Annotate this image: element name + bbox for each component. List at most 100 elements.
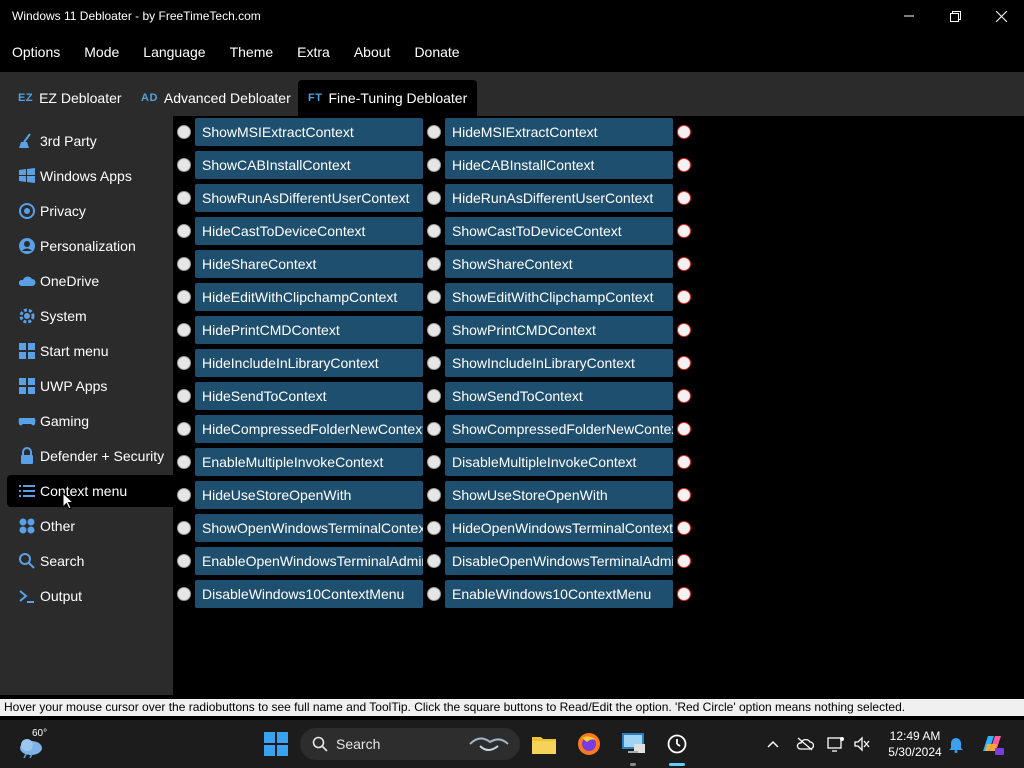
start-button[interactable] <box>262 732 290 756</box>
option-button-right[interactable]: HideRunAsDifferentUserContext <box>445 184 673 212</box>
menu-options[interactable]: Options <box>0 38 72 66</box>
menu-about[interactable]: About <box>342 38 403 66</box>
option-button-right[interactable]: HideMSIExtractContext <box>445 118 673 146</box>
option-button-right[interactable]: ShowCompressedFolderNewContext <box>445 415 673 443</box>
option-radio-right[interactable] <box>427 323 441 337</box>
sidebar-item-start-menu[interactable]: Start menu <box>7 335 173 367</box>
option-radio-right[interactable] <box>427 158 441 172</box>
sidebar-item-3rd-party[interactable]: 3rd Party <box>7 125 173 157</box>
option-radio-right[interactable] <box>427 521 441 535</box>
menu-language[interactable]: Language <box>131 38 217 66</box>
option-radio-none[interactable] <box>677 422 691 436</box>
option-radio-left[interactable] <box>177 521 191 535</box>
option-button-right[interactable]: ShowPrintCMDContext <box>445 316 673 344</box>
copilot-button[interactable] <box>978 730 1006 758</box>
display-tray-button[interactable] <box>826 734 846 754</box>
option-radio-left[interactable] <box>177 125 191 139</box>
sidebar-item-output[interactable]: Output <box>7 580 173 612</box>
option-radio-right[interactable] <box>427 356 441 370</box>
option-button-left[interactable]: HideEditWithClipchampContext <box>195 283 423 311</box>
option-button-left[interactable]: ShowRunAsDifferentUserContext <box>195 184 423 212</box>
notifications-button[interactable] <box>946 734 966 754</box>
option-radio-right[interactable] <box>427 125 441 139</box>
option-radio-none[interactable] <box>677 125 691 139</box>
menu-donate[interactable]: Donate <box>402 38 471 66</box>
sidebar-item-other[interactable]: Other <box>7 510 173 542</box>
sidebar-item-onedrive[interactable]: OneDrive <box>7 265 173 297</box>
option-button-left[interactable]: HideShareContext <box>195 250 423 278</box>
option-button-left[interactable]: ShowCABInstallContext <box>195 151 423 179</box>
volume-tray-button[interactable] <box>852 734 872 754</box>
option-button-right[interactable]: ShowCastToDeviceContext <box>445 217 673 245</box>
option-radio-left[interactable] <box>177 257 191 271</box>
menu-mode[interactable]: Mode <box>72 38 131 66</box>
option-button-left[interactable]: HideIncludeInLibraryContext <box>195 349 423 377</box>
option-radio-right[interactable] <box>427 224 441 238</box>
option-button-right[interactable]: ShowSendToContext <box>445 382 673 410</box>
tab-fine-tuning-debloater[interactable]: FT Fine-Tuning Debloater <box>298 80 478 116</box>
option-radio-right[interactable] <box>427 257 441 271</box>
option-radio-none[interactable] <box>677 290 691 304</box>
restore-button[interactable] <box>932 0 978 32</box>
sidebar-item-gaming[interactable]: Gaming <box>7 405 173 437</box>
sidebar-item-context-menu[interactable]: Context menu <box>7 475 173 507</box>
option-radio-none[interactable] <box>677 323 691 337</box>
option-radio-left[interactable] <box>177 455 191 469</box>
sidebar-item-search[interactable]: Search <box>7 545 173 577</box>
option-radio-none[interactable] <box>677 191 691 205</box>
option-radio-right[interactable] <box>427 587 441 601</box>
tab-ez-debloater[interactable]: EZ EZ Debloater <box>8 80 132 116</box>
close-button[interactable] <box>978 0 1024 32</box>
sidebar-item-windows-apps[interactable]: Windows Apps <box>7 160 173 192</box>
option-button-left[interactable]: HidePrintCMDContext <box>195 316 423 344</box>
option-radio-left[interactable] <box>177 389 191 403</box>
file-explorer-button[interactable] <box>530 730 558 758</box>
option-radio-right[interactable] <box>427 422 441 436</box>
option-radio-none[interactable] <box>677 488 691 502</box>
show-hidden-icons-button[interactable] <box>764 734 782 754</box>
option-radio-right[interactable] <box>427 389 441 403</box>
option-button-right[interactable]: ShowUseStoreOpenWith <box>445 481 673 509</box>
option-radio-none[interactable] <box>677 356 691 370</box>
sidebar-item-defender-security[interactable]: Defender + Security <box>7 440 173 472</box>
sidebar-item-personalization[interactable]: Personalization <box>7 230 173 262</box>
debloater-app-button[interactable] <box>619 729 647 757</box>
option-radio-left[interactable] <box>177 158 191 172</box>
option-radio-none[interactable] <box>677 389 691 403</box>
option-button-left[interactable]: ShowOpenWindowsTerminalContext <box>195 514 423 542</box>
tab-advanced-debloater[interactable]: AD Advanced Debloater <box>131 80 301 116</box>
option-button-right[interactable]: ShowIncludeInLibraryContext <box>445 349 673 377</box>
option-button-left[interactable]: DisableWindows10ContextMenu <box>195 580 423 608</box>
menu-extra[interactable]: Extra <box>285 38 342 66</box>
sidebar-item-system[interactable]: System <box>7 300 173 332</box>
sidebar-item-uwp-apps[interactable]: UWP Apps <box>7 370 173 402</box>
option-radio-left[interactable] <box>177 191 191 205</box>
option-radio-none[interactable] <box>677 257 691 271</box>
option-button-right[interactable]: EnableWindows10ContextMenu <box>445 580 673 608</box>
option-radio-right[interactable] <box>427 488 441 502</box>
option-button-left[interactable]: EnableMultipleInvokeContext <box>195 448 423 476</box>
option-button-right[interactable]: HideCABInstallContext <box>445 151 673 179</box>
option-radio-none[interactable] <box>677 455 691 469</box>
option-radio-none[interactable] <box>677 158 691 172</box>
sidebar-item-privacy[interactable]: Privacy <box>7 195 173 227</box>
clock-app-button[interactable] <box>663 730 691 758</box>
option-radio-none[interactable] <box>677 587 691 601</box>
option-button-right[interactable]: ShowShareContext <box>445 250 673 278</box>
option-button-right[interactable]: DisableOpenWindowsTerminalAdminContext <box>445 547 673 575</box>
option-radio-none[interactable] <box>677 521 691 535</box>
option-radio-right[interactable] <box>427 191 441 205</box>
option-radio-left[interactable] <box>177 587 191 601</box>
option-radio-right[interactable] <box>427 290 441 304</box>
option-button-left[interactable]: HideUseStoreOpenWith <box>195 481 423 509</box>
option-button-left[interactable]: HideCompressedFolderNewContext <box>195 415 423 443</box>
option-radio-left[interactable] <box>177 224 191 238</box>
option-radio-left[interactable] <box>177 356 191 370</box>
option-radio-right[interactable] <box>427 455 441 469</box>
option-button-left[interactable]: HideSendToContext <box>195 382 423 410</box>
firefox-button[interactable] <box>575 730 603 758</box>
option-button-left[interactable]: EnableOpenWindowsTerminalAdminContext <box>195 547 423 575</box>
option-button-right[interactable]: ShowEditWithClipchampContext <box>445 283 673 311</box>
option-radio-left[interactable] <box>177 554 191 568</box>
option-radio-left[interactable] <box>177 323 191 337</box>
